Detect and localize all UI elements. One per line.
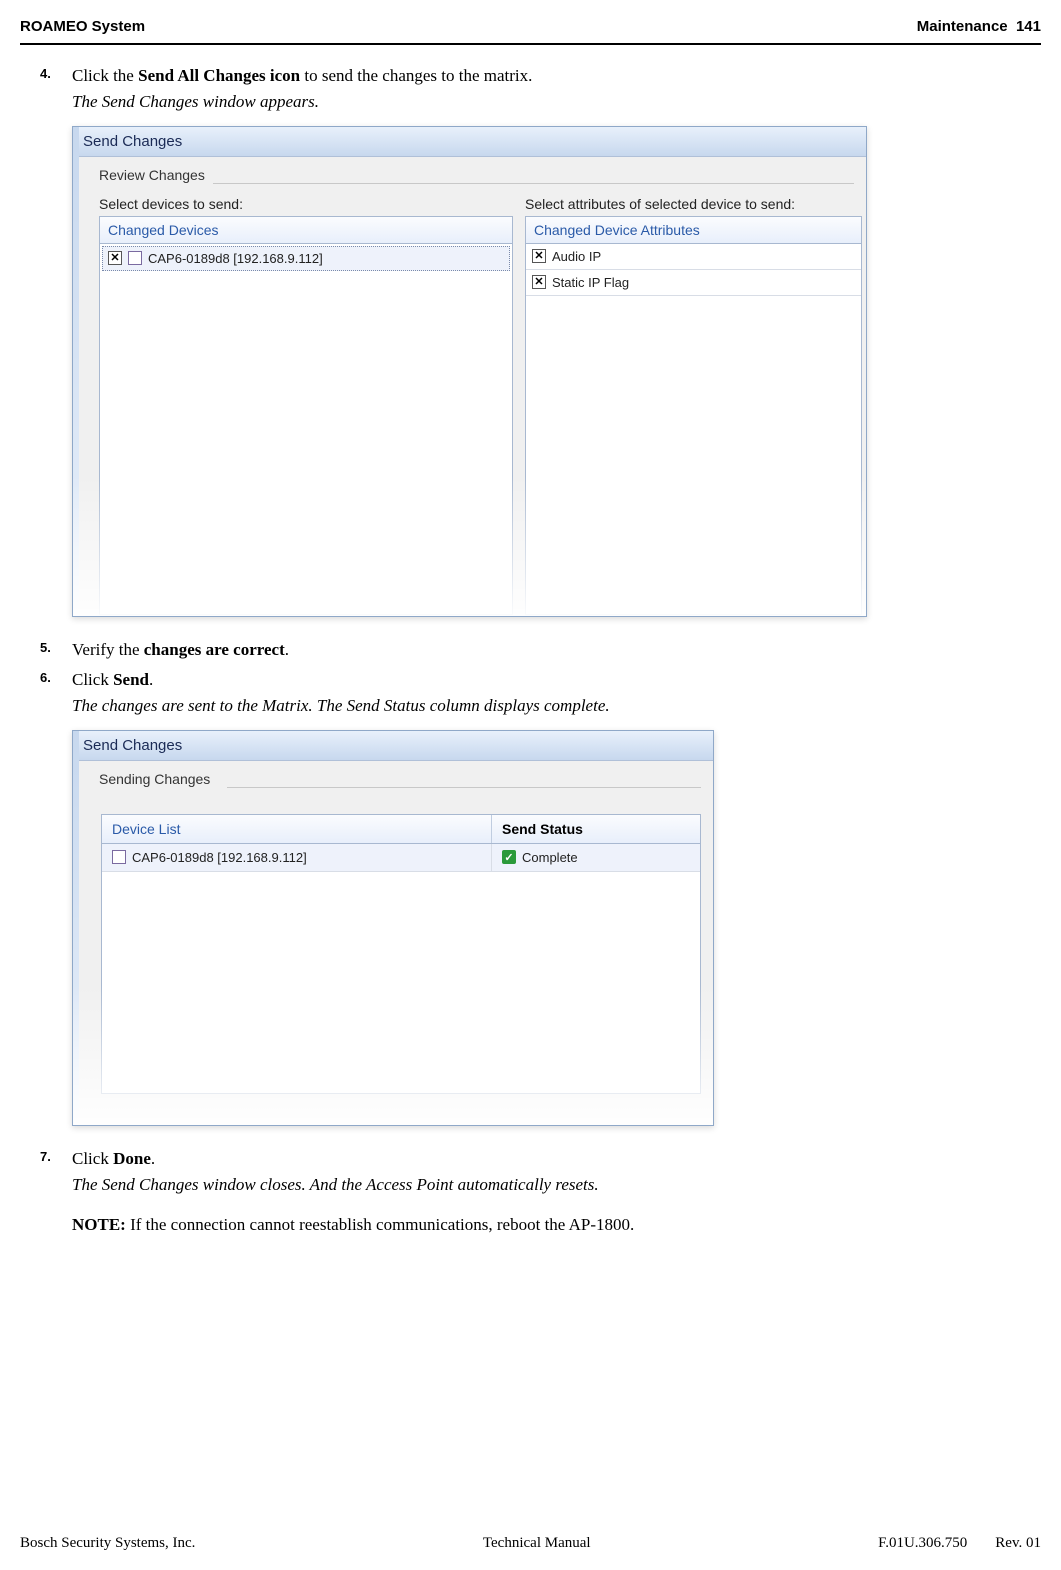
send-status-header: Send Status [492, 815, 700, 843]
header-page: 141 [1016, 18, 1041, 35]
footer-right: F.01U.306.750 Rev. 01 [878, 1535, 1041, 1552]
window-send-changes-sending: Send Changes Sending Changes Device List… [72, 730, 714, 1126]
step-4-post: to send the changes to the matrix. [300, 66, 532, 85]
step-5-pre: Verify the [72, 640, 144, 659]
step-7-pre: Click [72, 1149, 113, 1168]
step-7-result: The Send Changes window closes. And the … [72, 1175, 599, 1194]
page-content: 4. Click the Send All Changes icon to se… [0, 63, 1061, 1239]
step-4-result: The Send Changes window appears. [72, 92, 319, 111]
window-titlebar: Send Changes [73, 127, 866, 157]
step-5-bold: changes are correct [144, 640, 285, 659]
device-name: CAP6-0189d8 [192.168.9.112] [148, 251, 323, 266]
step-4-bold: Send All Changes icon [138, 66, 300, 85]
footer-center: Technical Manual [483, 1535, 591, 1552]
window-left-edge [73, 731, 79, 1125]
footer-rev: Rev. 01 [995, 1535, 1041, 1552]
step-6-pre: Click [72, 670, 113, 689]
window-send-changes-review: Send Changes Review Changes Select devic… [72, 126, 867, 617]
step-7-post: . [151, 1149, 155, 1168]
device-color-swatch [128, 251, 142, 265]
step-7-bold: Done [113, 1149, 151, 1168]
step-6: 6. Click Send. The changes are sent to t… [20, 667, 1041, 720]
device-color-swatch [112, 850, 126, 864]
checkbox-icon[interactable] [532, 275, 546, 289]
attribute-name: Static IP Flag [552, 275, 629, 290]
check-icon [502, 850, 516, 864]
checkbox-icon[interactable] [108, 251, 122, 265]
step-6-body: Click Send. The changes are sent to the … [72, 667, 1041, 720]
attributes-column-label: Select attributes of selected device to … [525, 196, 862, 212]
changed-attributes-header: Changed Device Attributes [525, 216, 862, 244]
window-body: Review Changes Select devices to send: C… [73, 157, 866, 614]
window-titlebar: Send Changes [73, 731, 713, 761]
sending-changes-group-label: Sending Changes [73, 771, 713, 787]
header-rule [20, 43, 1041, 45]
checkbox-icon[interactable] [532, 249, 546, 263]
step-6-num: 6. [40, 667, 72, 720]
header-section: Maintenance [917, 18, 1008, 35]
footer-doc-number: F.01U.306.750 [878, 1535, 967, 1552]
changed-devices-header: Changed Devices [99, 216, 513, 244]
step-5-body: Verify the changes are correct. [72, 637, 1041, 663]
footer-company: Bosch Security Systems, Inc. [20, 1535, 195, 1552]
sending-table: Device List Send Status CAP6-0189d8 [192… [101, 814, 701, 1094]
sending-status-cell: Complete [492, 844, 700, 871]
attribute-row[interactable]: Audio IP [526, 244, 861, 270]
step-7-body: Click Done. The Send Changes window clos… [72, 1146, 1041, 1239]
step-6-post: . [149, 670, 153, 689]
attribute-row[interactable]: Static IP Flag [526, 270, 861, 296]
step-4-num: 4. [40, 63, 72, 116]
device-row[interactable]: CAP6-0189d8 [192.168.9.112] [102, 246, 510, 271]
changed-devices-list: CAP6-0189d8 [192.168.9.112] [99, 244, 513, 615]
page-header: ROAMEO System Maintenance 141 [0, 0, 1061, 43]
sending-table-body: CAP6-0189d8 [192.168.9.112] Complete [102, 844, 700, 1093]
page-footer: Bosch Security Systems, Inc. Technical M… [20, 1535, 1041, 1552]
window-body: Sending Changes Device List Send Status … [73, 761, 713, 1123]
sending-row[interactable]: CAP6-0189d8 [192.168.9.112] Complete [102, 844, 700, 872]
devices-column: Select devices to send: Changed Devices … [73, 196, 513, 615]
fieldset-rule [227, 787, 701, 788]
step-7: 7. Click Done. The Send Changes window c… [20, 1146, 1041, 1239]
devices-column-label: Select devices to send: [99, 196, 513, 212]
screenshot-review-changes: Send Changes Review Changes Select devic… [72, 126, 1041, 617]
step-7-num: 7. [40, 1146, 72, 1239]
sending-table-head: Device List Send Status [102, 815, 700, 844]
header-left: ROAMEO System [20, 18, 145, 35]
device-list-header: Device List [102, 815, 492, 843]
review-columns: Select devices to send: Changed Devices … [73, 196, 866, 615]
step-4-body: Click the Send All Changes icon to send … [72, 63, 1041, 116]
sending-device-name: CAP6-0189d8 [192.168.9.112] [132, 850, 307, 865]
screenshot-sending-changes: Send Changes Sending Changes Device List… [72, 730, 1041, 1126]
changed-attributes-list: Audio IP Static IP Flag [525, 244, 862, 615]
note-text: If the connection cannot reestablish com… [126, 1215, 634, 1234]
step-5-num: 5. [40, 637, 72, 663]
step-6-bold: Send [113, 670, 149, 689]
note-label: NOTE: [72, 1215, 126, 1234]
step-5-post: . [285, 640, 289, 659]
step-4-pre: Click the [72, 66, 138, 85]
step-4: 4. Click the Send All Changes icon to se… [20, 63, 1041, 116]
window-left-edge [73, 127, 79, 616]
attributes-column: Select attributes of selected device to … [513, 196, 866, 615]
attribute-name: Audio IP [552, 249, 601, 264]
sending-status-text: Complete [522, 850, 578, 865]
sending-device-cell: CAP6-0189d8 [192.168.9.112] [102, 844, 492, 871]
step-6-result: The changes are sent to the Matrix. The … [72, 696, 610, 715]
header-right: Maintenance 141 [917, 18, 1041, 35]
review-changes-group-label: Review Changes [73, 167, 866, 183]
step-5: 5. Verify the changes are correct. [20, 637, 1041, 663]
fieldset-rule [213, 183, 854, 184]
